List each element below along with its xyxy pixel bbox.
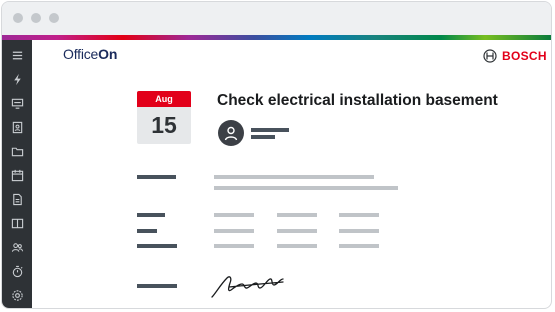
brand-name-bold: On xyxy=(98,46,118,62)
signature-label-placeholder xyxy=(137,284,177,288)
assignee-name-placeholder xyxy=(251,128,289,132)
contact-card-icon[interactable] xyxy=(2,119,32,135)
lightning-icon[interactable] xyxy=(2,71,32,87)
table-cell-placeholder xyxy=(277,213,317,217)
window-control-minimize[interactable] xyxy=(31,13,41,23)
company-name: BOSCH xyxy=(502,49,547,63)
table-cell-placeholder xyxy=(277,244,317,248)
app-window: OfficeOn BOSCH Aug 15 Check electrical i… xyxy=(1,1,552,309)
brand-color-strip xyxy=(2,35,551,40)
date-day: 15 xyxy=(151,112,177,138)
table-row-label-placeholder xyxy=(137,229,157,233)
table-cell-placeholder xyxy=(214,213,254,217)
table-cell-placeholder xyxy=(214,229,254,233)
table-cell-placeholder xyxy=(277,229,317,233)
table-cell-placeholder xyxy=(339,213,379,217)
people-icon[interactable] xyxy=(2,239,32,255)
signature-drawing xyxy=(211,276,284,298)
app-brand: OfficeOn xyxy=(63,46,117,62)
field-value-placeholder xyxy=(214,175,374,179)
window-control-maximize[interactable] xyxy=(49,13,59,23)
bosch-logo: BOSCH xyxy=(483,49,547,63)
field-label-placeholder xyxy=(137,175,176,179)
brand-name-light: Office xyxy=(63,46,99,62)
task-title: Check electrical installation basement xyxy=(217,92,498,109)
table-cell-placeholder xyxy=(339,244,379,248)
user-icon xyxy=(224,126,238,141)
sidebar xyxy=(2,40,32,308)
table-cell-placeholder xyxy=(339,229,379,233)
date-month: Aug xyxy=(137,91,191,107)
window-control-close[interactable] xyxy=(13,13,23,23)
bosch-armature-icon xyxy=(483,49,497,63)
book-icon[interactable] xyxy=(2,215,32,231)
assignee-avatar[interactable] xyxy=(218,120,244,146)
table-row-label-placeholder xyxy=(137,213,165,217)
menu-icon[interactable] xyxy=(2,47,32,63)
calendar-icon[interactable] xyxy=(2,167,32,183)
settings-icon[interactable] xyxy=(2,287,32,303)
table-cell-placeholder xyxy=(214,244,254,248)
table-row-label-placeholder xyxy=(137,244,177,248)
monitor-icon[interactable] xyxy=(2,95,32,111)
folder-icon[interactable] xyxy=(2,143,32,159)
timer-icon[interactable] xyxy=(2,263,32,279)
field-value-placeholder xyxy=(214,186,398,190)
date-badge: Aug 15 xyxy=(137,91,191,144)
window-titlebar xyxy=(2,2,551,35)
assignee-role-placeholder xyxy=(251,135,275,139)
document-icon[interactable] xyxy=(2,191,32,207)
